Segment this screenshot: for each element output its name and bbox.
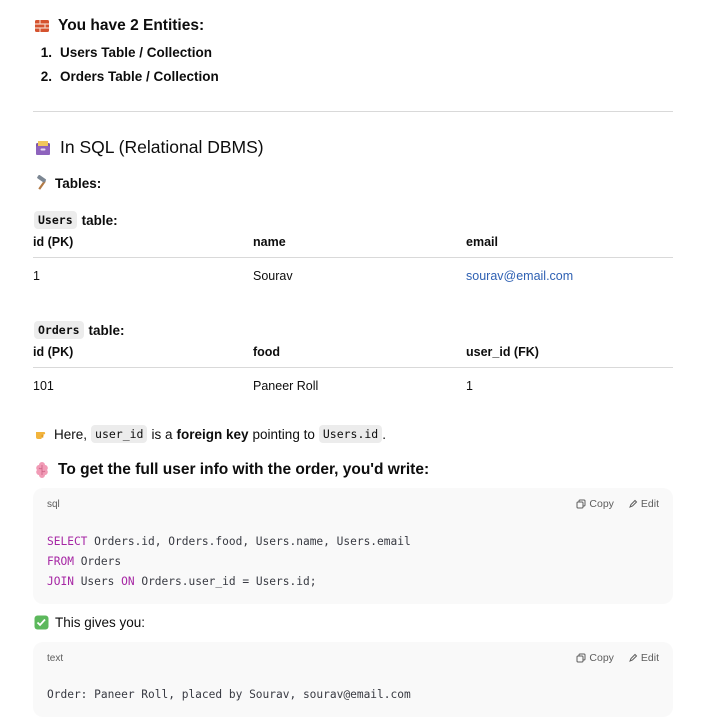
column-header: user_id (FK) bbox=[466, 345, 673, 368]
table-cell: 1 bbox=[466, 379, 473, 393]
copy-icon bbox=[576, 499, 586, 509]
table-cell: 1 bbox=[33, 269, 40, 283]
list-item: 2. Orders Table / Collection bbox=[40, 69, 219, 84]
email-link[interactable]: sourav@email.com bbox=[466, 269, 573, 283]
edit-icon bbox=[629, 653, 638, 662]
edit-button[interactable]: Edit bbox=[628, 498, 659, 510]
code-line: FROM Orders bbox=[47, 552, 411, 572]
text-code: Order: Paneer Roll, placed by Sourav, so… bbox=[47, 688, 411, 701]
check-mark-icon bbox=[34, 615, 49, 630]
table-row: 1 Sourav sourav@email.com bbox=[33, 258, 673, 294]
code-language-label: sql bbox=[47, 499, 60, 510]
orders-table-label: Orders table: bbox=[34, 321, 125, 339]
pointing-hand-icon bbox=[36, 432, 46, 439]
code-keyword: FROM bbox=[47, 555, 74, 568]
copy-button[interactable]: Copy bbox=[576, 652, 614, 664]
table-cell: 101 bbox=[33, 379, 54, 393]
code-line: JOIN Users ON Orders.user_id = Users.id; bbox=[47, 572, 411, 592]
code-text: Users bbox=[73, 575, 122, 588]
code-language-label: text bbox=[47, 653, 64, 664]
code-keyword: ON bbox=[121, 575, 135, 588]
edit-icon bbox=[629, 499, 638, 508]
list-item: 1. Users Table / Collection bbox=[40, 45, 213, 60]
card-file-box-icon bbox=[36, 140, 50, 155]
sql-code-block: sql Copy Edit SELECT Orders.id, Orders.f… bbox=[33, 488, 673, 604]
table-cell: sourav@email.com bbox=[466, 258, 673, 294]
orders-table: id (PK) food user_id (FK) 101 Paneer Rol… bbox=[33, 345, 673, 404]
column-header: food bbox=[253, 345, 466, 368]
table-cell: Paneer Roll bbox=[253, 379, 319, 393]
table-cell: Sourav bbox=[253, 269, 293, 283]
column-header: name bbox=[253, 235, 466, 258]
table-header-row: id (PK) name email bbox=[33, 235, 673, 258]
foreign-key-note: Here, user_id is a foreign key pointing … bbox=[34, 425, 386, 443]
code-text: Orders.user_id = Users.id; bbox=[134, 575, 317, 588]
text-code-block: text Copy Edit Order: Paneer Roll, place… bbox=[33, 642, 673, 717]
brick-icon bbox=[35, 20, 49, 32]
code-line: SELECT Orders.id, Orders.food, Users.nam… bbox=[47, 532, 411, 552]
code-keyword: JOIN bbox=[47, 575, 74, 588]
copy-icon bbox=[576, 653, 586, 663]
brain-icon bbox=[36, 462, 48, 478]
code-keyword: SELECT bbox=[47, 535, 88, 548]
code-text: Orders bbox=[73, 555, 122, 568]
hammer-icon bbox=[37, 175, 47, 190]
sql-section-heading: In SQL (Relational DBMS) bbox=[34, 137, 264, 158]
divider bbox=[33, 111, 673, 112]
entities-heading: You have 2 Entities: bbox=[34, 17, 204, 35]
column-header: id (PK) bbox=[33, 235, 253, 258]
users-table: id (PK) name email 1 Sourav sourav@email… bbox=[33, 235, 673, 294]
column-header: id (PK) bbox=[33, 345, 253, 368]
tables-label: Tables: bbox=[34, 175, 101, 191]
join-heading: To get the full user info with the order… bbox=[34, 461, 429, 479]
code-text: Orders.id, Orders.food, Users.name, User… bbox=[87, 535, 411, 548]
result-note: This gives you: bbox=[34, 615, 145, 630]
edit-button[interactable]: Edit bbox=[628, 652, 659, 664]
table-row: 101 Paneer Roll 1 bbox=[33, 368, 673, 404]
sql-code: SELECT Orders.id, Orders.food, Users.nam… bbox=[47, 532, 411, 592]
users-table-label: Users table: bbox=[34, 211, 118, 229]
copy-button[interactable]: Copy bbox=[576, 498, 614, 510]
column-header: email bbox=[466, 235, 673, 258]
table-header-row: id (PK) food user_id (FK) bbox=[33, 345, 673, 368]
